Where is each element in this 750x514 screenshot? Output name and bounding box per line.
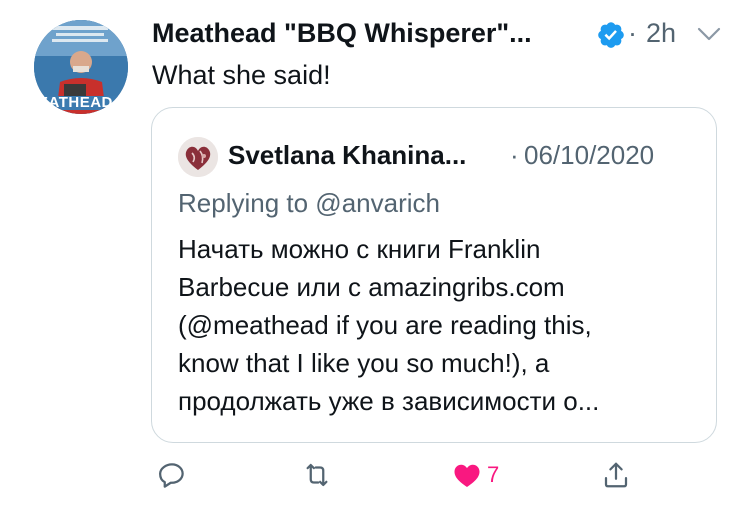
- quoted-author-avatar: [178, 137, 218, 177]
- quoted-separator-dot: ·: [510, 140, 519, 170]
- separator-dot: ·: [628, 18, 637, 48]
- reply-icon[interactable]: [157, 460, 187, 490]
- heart-avatar-image: [178, 137, 218, 177]
- retweet-icon[interactable]: [302, 460, 332, 490]
- verified-badge-icon: [598, 22, 624, 48]
- quoted-text-line: Barbecue или с amazingribs.com: [178, 272, 565, 302]
- tweet-header: Meathead "BBQ Whisperer"... · 2h: [152, 14, 732, 54]
- quoted-author-name: Svetlana Khanina...: [228, 140, 467, 170]
- tweet-text: What she said!: [152, 60, 331, 90]
- quoted-text-line: продолжать уже в зависимости о...: [178, 386, 600, 416]
- avatar-book-title: EATHEAD: [38, 94, 113, 111]
- quoted-tweet-card[interactable]: Svetlana Khanina... · 06/10/2020 Replyin…: [151, 107, 717, 443]
- like-count: 7: [487, 462, 500, 487]
- tweet-action-bar: 7: [0, 452, 750, 500]
- quoted-text-line: know that I like you so much!), а: [178, 348, 550, 378]
- author-name[interactable]: Meathead "BBQ Whisperer"...: [152, 18, 532, 49]
- chevron-down-icon[interactable]: [695, 22, 723, 46]
- replying-to: Replying to @anvarich: [178, 188, 440, 218]
- quoted-text-line: (@meathead if you are reading this,: [178, 310, 592, 340]
- tweet-time[interactable]: 2h: [646, 18, 676, 49]
- share-icon[interactable]: [601, 460, 631, 490]
- liked-heart-icon[interactable]: [452, 460, 482, 490]
- quoted-text-line: Начать можно с книги Franklin: [178, 234, 541, 264]
- quoted-date: 06/10/2020: [524, 140, 655, 170]
